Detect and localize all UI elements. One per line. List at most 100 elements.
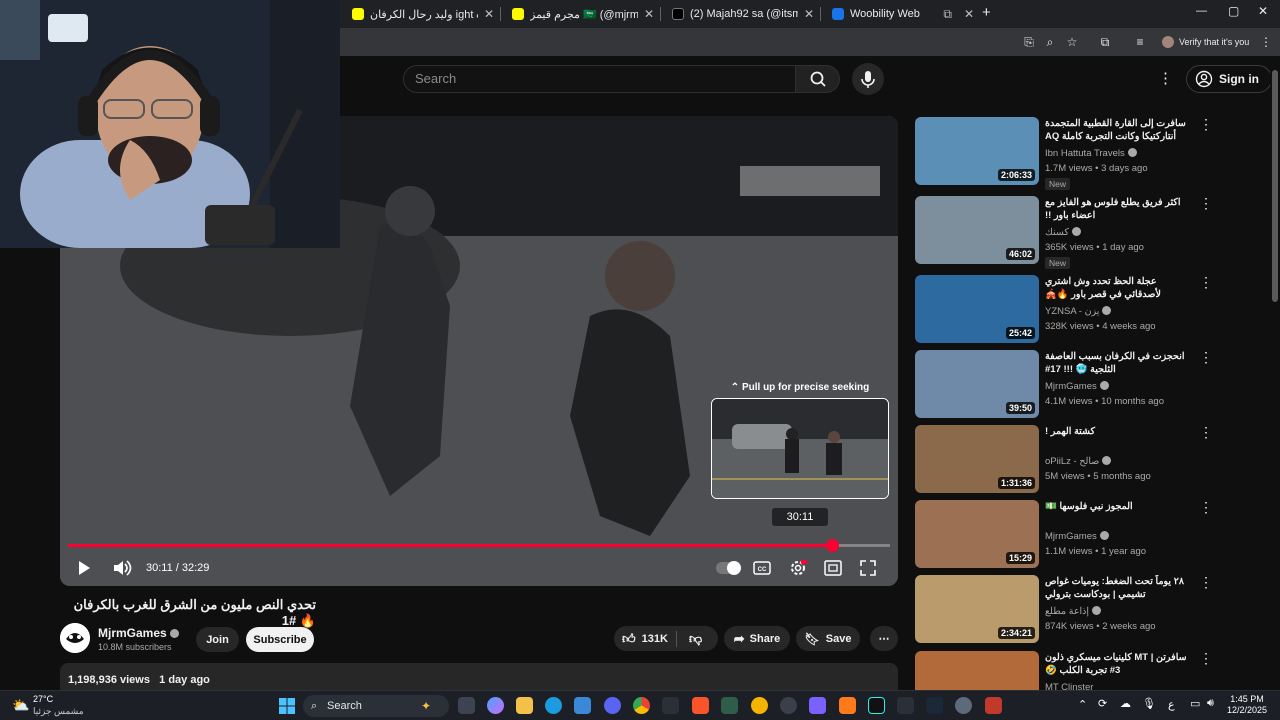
app-icon[interactable]: [985, 697, 1002, 714]
tab-close-icon[interactable]: ✕: [484, 7, 494, 21]
taskbar-clock[interactable]: 1:45 PM 12/2/2025: [1222, 694, 1272, 716]
close-window-button[interactable]: ✕: [1258, 4, 1268, 18]
steam-icon[interactable]: [926, 697, 943, 714]
description-box[interactable]: 1,198,936 views 1 day ago: [60, 663, 898, 693]
tab-close-icon[interactable]: ✕: [964, 7, 974, 21]
tray-chevron-up-icon[interactable]: ⌃: [1078, 698, 1087, 711]
file-explorer-icon[interactable]: [516, 697, 533, 714]
recommendation-title[interactable]: كشتة الهمر !: [1045, 425, 1195, 438]
zoom-icon[interactable]: ⌕: [1042, 34, 1058, 50]
speaker-icon[interactable]: 🔊︎: [1207, 697, 1214, 710]
recommendation-channel[interactable]: YZNSA - يزن: [1045, 306, 1112, 317]
more-vertical-icon[interactable]: ⋮: [1199, 425, 1213, 439]
tray-icon[interactable]: ☁: [1120, 697, 1131, 710]
save-button[interactable]: 🔖︎ Save: [796, 626, 860, 651]
video-thumbnail[interactable]: 46:02: [915, 196, 1039, 264]
share-button[interactable]: ➦ Share: [724, 626, 790, 651]
progress-bar[interactable]: [68, 539, 890, 552]
settings-button[interactable]: [789, 557, 807, 579]
voice-search-button[interactable]: [852, 63, 884, 95]
app-icon[interactable]: [839, 697, 856, 714]
recommendation-card[interactable]: 1:31:36 كشتة الهمر ! oPiiLz - صالح 5M views…: [915, 425, 1255, 493]
scrollbar-thumb[interactable]: [1272, 70, 1278, 302]
channel-name[interactable]: MjrmGames: [98, 626, 179, 640]
progress-scrubber[interactable]: [825, 539, 839, 552]
more-vertical-icon[interactable]: ⋮: [1199, 350, 1213, 364]
recommendation-title[interactable]: اكثر فريق يطلع فلوس هو الفايز مع اعضاء ب…: [1045, 196, 1195, 222]
recommendation-card[interactable]: 25:42 عجلة الحظ تحدد وش اشتري لأصدقائي في…: [915, 275, 1255, 343]
start-button[interactable]: [278, 697, 296, 715]
channel-avatar[interactable]: [60, 623, 90, 653]
recommendation-channel[interactable]: MjrmGames: [1045, 381, 1109, 392]
recommendation-title[interactable]: سافرت إلى القارة القطبية المتجمدة أنتارك…: [1045, 117, 1195, 143]
more-vertical-icon[interactable]: ⋮: [1199, 117, 1213, 131]
extensions-icon[interactable]: ⧉: [1097, 34, 1113, 50]
dislike-button[interactable]: 👎︎: [677, 631, 702, 647]
recommendation-title[interactable]: انحجزت في الكرفان بسبب العاصفة الثلجية 🥶…: [1045, 350, 1195, 376]
task-view-icon[interactable]: [458, 697, 475, 714]
recommendation-card[interactable]: 2:06:33 سافرت إلى القارة القطبية المتجمدة…: [915, 117, 1255, 190]
app-icon[interactable]: [897, 697, 914, 714]
browser-tab[interactable]: وليد رحال الكرفان ight & Lenses ✕: [344, 2, 494, 26]
network-icon[interactable]: ▭: [1190, 697, 1200, 710]
recommendation-channel[interactable]: إذاعة مطلع: [1045, 606, 1101, 617]
more-vertical-icon[interactable]: ⋮: [1199, 275, 1213, 289]
fullscreen-button[interactable]: [859, 557, 877, 579]
video-thumbnail[interactable]: 1:31:36: [915, 425, 1039, 493]
recommendation-title[interactable]: عجلة الحظ تحدد وش اشتري لأصدقائي في قصر …: [1045, 275, 1195, 301]
microphone-icon[interactable]: 🎙︎: [1142, 697, 1156, 710]
settings-gear-icon[interactable]: [955, 697, 972, 714]
tiktok-icon[interactable]: [868, 697, 885, 714]
play-button[interactable]: [74, 557, 94, 579]
video-thumbnail[interactable]: 39:50: [915, 350, 1039, 418]
browser-menu-icon[interactable]: ⋮: [1258, 34, 1274, 50]
recommendation-channel[interactable]: oPiiLz - صالح: [1045, 456, 1112, 467]
recommendation-title[interactable]: ٢٨ يوماً تحت الضغط: يوميات غواص تشيمي | …: [1045, 575, 1195, 601]
chrome-icon[interactable]: [633, 697, 650, 714]
recommendation-channel[interactable]: Ibn Hattuta Travels: [1045, 148, 1137, 159]
recommendation-card[interactable]: 2:34:21 ٢٨ يوماً تحت الضغط: يوميات غواص ت…: [915, 575, 1255, 643]
recommendation-card[interactable]: 15:29 المجوز نبي فلوسها 💵 MjrmGames 1.1M vi…: [915, 500, 1255, 568]
media-control-icon[interactable]: ≡: [1132, 34, 1148, 50]
app-icon[interactable]: [809, 697, 826, 714]
brave-icon[interactable]: [692, 697, 709, 714]
recommendation-card[interactable]: 39:50 انحجزت في الكرفان بسبب العاصفة الثل…: [915, 350, 1255, 418]
tab-close-icon[interactable]: ✕: [644, 7, 654, 21]
more-vertical-icon[interactable]: ⋮: [1199, 196, 1213, 210]
copilot-icon[interactable]: [487, 697, 504, 714]
subscribe-button[interactable]: Subscribe: [246, 627, 314, 652]
bookmark-star-icon[interactable]: ☆: [1064, 34, 1080, 50]
subtitles-button[interactable]: CC: [753, 557, 771, 579]
taskbar-search[interactable]: ⌕ Search ✦: [303, 695, 449, 717]
discord-icon[interactable]: [604, 697, 621, 714]
recommendation-channel[interactable]: كسنك: [1045, 227, 1081, 238]
recommendation-title[interactable]: سافرتن | MT كلينيات ميسكري ذلون 3# تجربة…: [1045, 651, 1195, 677]
search-button[interactable]: [795, 65, 840, 93]
browser-tab[interactable]: (2) Majah92 sa (@itsmajah92) / ✕: [664, 2, 814, 26]
video-thumbnail[interactable]: 15:29: [915, 500, 1039, 568]
app-icon[interactable]: [751, 697, 768, 714]
maximize-button[interactable]: ▢: [1228, 4, 1239, 18]
more-vertical-icon[interactable]: ⋮: [1199, 651, 1213, 665]
app-icon[interactable]: [662, 697, 679, 714]
app-icon[interactable]: [780, 697, 797, 714]
join-button[interactable]: Join: [196, 627, 239, 652]
video-thumbnail[interactable]: 2:34:21: [915, 575, 1039, 643]
app-icon[interactable]: [721, 697, 738, 714]
store-icon[interactable]: [574, 697, 591, 714]
browser-tab[interactable]: مجرم قيمز 🇸🇦 (@mjrmgems) | s ✕: [504, 2, 654, 26]
input-language[interactable]: ع: [1168, 698, 1175, 711]
minimize-button[interactable]: —: [1196, 5, 1207, 17]
autoplay-toggle[interactable]: [715, 557, 741, 579]
video-thumbnail[interactable]: 2:06:33: [915, 117, 1039, 185]
more-vertical-icon[interactable]: ⋮: [1199, 500, 1213, 514]
browser-tab-active[interactable]: Woobility Web ⧉ ✕: [824, 2, 974, 26]
profile-chip[interactable]: Verify that it's you: [1162, 33, 1249, 51]
edge-icon[interactable]: [545, 697, 562, 714]
recommendation-channel[interactable]: MjrmGames: [1045, 531, 1109, 542]
recommendation-title[interactable]: المجوز نبي فلوسها 💵: [1045, 500, 1195, 513]
new-tab-button[interactable]: +: [982, 4, 991, 21]
more-actions-button[interactable]: ⋯: [870, 626, 898, 651]
volume-button[interactable]: [111, 557, 133, 579]
video-thumbnail[interactable]: 25:42: [915, 275, 1039, 343]
